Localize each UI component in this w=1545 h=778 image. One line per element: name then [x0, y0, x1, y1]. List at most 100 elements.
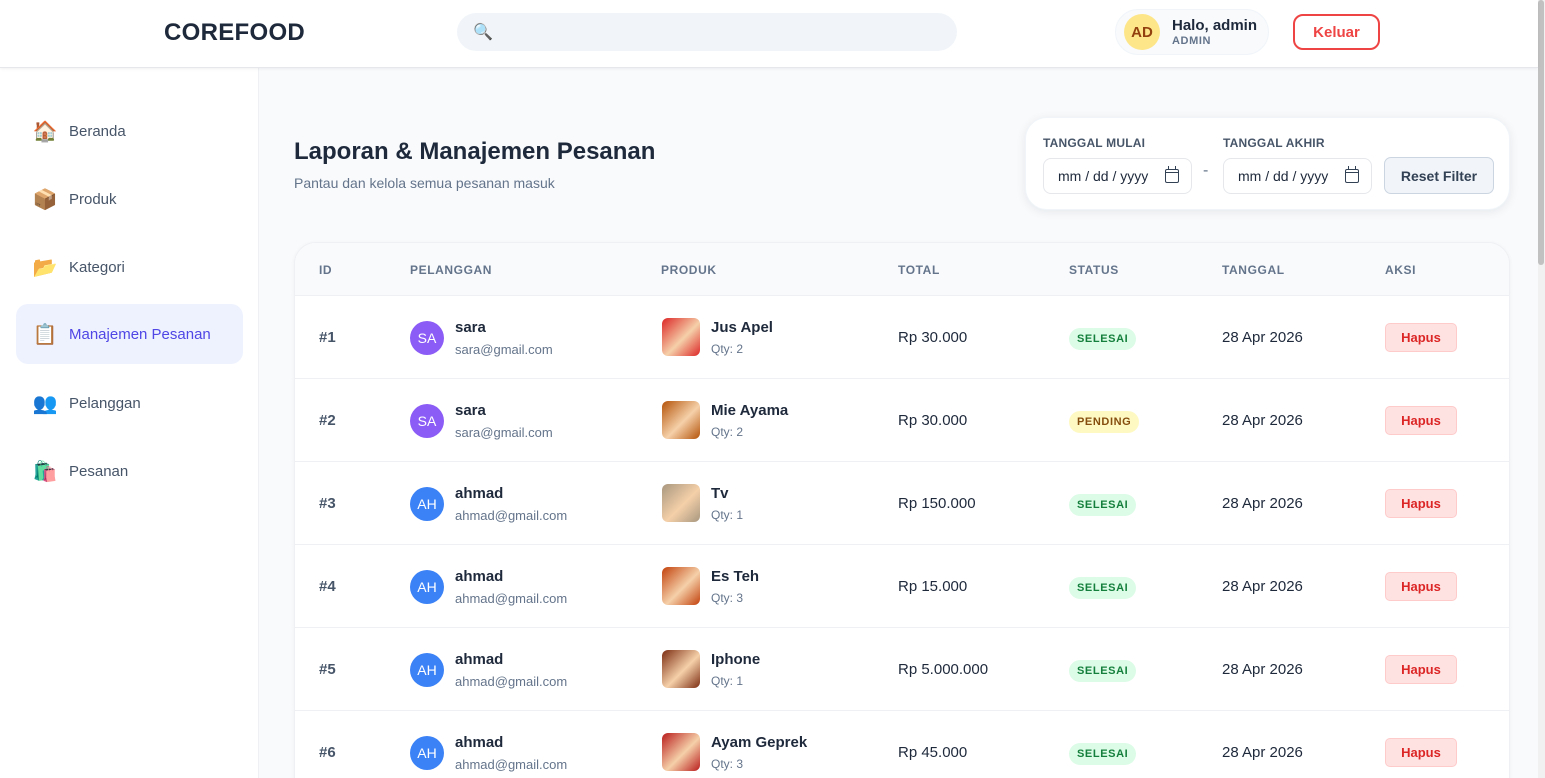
delete-button[interactable]: Hapus [1385, 655, 1457, 684]
customer-avatar: AH [410, 653, 444, 687]
product-thumbnail [662, 733, 700, 771]
user-role: ADMIN [1172, 34, 1212, 47]
logout-button[interactable]: Keluar [1293, 14, 1380, 50]
home-icon: 🏠 [32, 120, 58, 143]
sidebar-item-manajemen-pesanan[interactable]: 📋 Manajemen Pesanan [16, 304, 243, 364]
user-profile-chip[interactable]: AD Halo, admin ADMIN [1115, 9, 1269, 55]
status-badge: SELESAI [1069, 743, 1137, 765]
start-date-input[interactable]: mm / dd / yyyy [1043, 158, 1192, 194]
product-thumbnail [662, 567, 700, 605]
date-separator: - [1203, 162, 1209, 179]
page-title: Laporan & Manajemen Pesanan [294, 138, 656, 165]
customer-name: sara [455, 319, 486, 336]
status-badge: SELESAI [1069, 328, 1137, 350]
table-row: #1 SA sara sara@gmail.com Jus Apel Qty: 2 Rp 3… [295, 296, 1509, 379]
sidebar-item-beranda[interactable]: 🏠 Beranda [16, 101, 243, 161]
delete-button[interactable]: Hapus [1385, 572, 1457, 601]
sidebar: 🏠 Beranda 📦 Produk 📂 Kategori 📋 Manajeme… [0, 68, 259, 778]
sidebar-item-pelanggan[interactable]: 👥 Pelanggan [16, 373, 243, 433]
delete-button[interactable]: Hapus [1385, 738, 1457, 767]
reset-filter-button[interactable]: Reset Filter [1384, 157, 1494, 194]
customer-email: ahmad@gmail.com [455, 591, 568, 606]
date-filter-card: TANGGAL MULAI mm / dd / yyyy - TANGGAL A… [1025, 117, 1510, 210]
scrollbar-thumb[interactable] [1538, 0, 1544, 265]
user-greeting: Halo, admin [1172, 16, 1258, 34]
status-badge: PENDING [1069, 411, 1140, 433]
customer-name: sara [455, 402, 486, 419]
order-date: 28 Apr 2026 [1222, 495, 1303, 512]
customer-email: sara@gmail.com [455, 342, 553, 357]
start-date-value: mm / dd / yyyy [1058, 168, 1149, 184]
search-bar[interactable]: 🔍 [457, 13, 957, 51]
page-scrollbar[interactable] [1538, 0, 1545, 778]
folder-icon: 📂 [32, 256, 58, 279]
table-row: #6 AH ahmad ahmad@gmail.com Ayam Geprek Qty: … [295, 711, 1509, 778]
column-header-tanggal: TANGGAL [1222, 263, 1285, 277]
product-name: Iphone [711, 651, 761, 668]
status-badge: SELESAI [1069, 660, 1137, 682]
sidebar-item-produk[interactable]: 📦 Produk [16, 169, 243, 229]
shopping-bag-icon: 🛍️ [32, 460, 58, 483]
order-date: 28 Apr 2026 [1222, 578, 1303, 595]
status-badge: SELESAI [1069, 494, 1137, 516]
product-name: Tv [711, 485, 729, 502]
customer-name: ahmad [455, 734, 504, 751]
search-input[interactable] [502, 24, 923, 40]
order-total: Rp 5.000.000 [898, 661, 989, 678]
avatar: AD [1124, 14, 1160, 50]
search-icon: 🔍 [473, 24, 493, 41]
table-row: #3 AH ahmad ahmad@gmail.com Tv Qty: 1 Rp 150.0… [295, 462, 1509, 545]
customer-avatar: SA [410, 404, 444, 438]
order-id: #1 [319, 329, 336, 346]
delete-button[interactable]: Hapus [1385, 323, 1457, 352]
customer-avatar: AH [410, 736, 444, 770]
page-subtitle: Pantau dan kelola semua pesanan masuk [294, 175, 555, 191]
column-header-id: ID [319, 263, 333, 277]
customer-email: ahmad@gmail.com [455, 757, 568, 772]
customer-email: ahmad@gmail.com [455, 674, 568, 689]
order-total: Rp 45.000 [898, 744, 968, 761]
product-qty: Qty: 2 [711, 342, 744, 356]
order-date: 28 Apr 2026 [1222, 412, 1303, 429]
table-row: #5 AH ahmad ahmad@gmail.com Iphone Qty: 1 Rp 5… [295, 628, 1509, 711]
column-header-total: TOTAL [898, 263, 940, 277]
order-id: #2 [319, 412, 336, 429]
customer-name: ahmad [455, 568, 504, 585]
product-name: Es Teh [711, 568, 760, 585]
order-date: 28 Apr 2026 [1222, 661, 1303, 678]
sidebar-item-pesanan[interactable]: 🛍️ Pesanan [16, 441, 243, 501]
column-header-pelanggan: PELANGGAN [410, 263, 493, 277]
order-id: #6 [319, 744, 336, 761]
product-qty: Qty: 2 [711, 425, 744, 439]
brand-logo[interactable]: COREFOOD [164, 19, 305, 47]
package-icon: 📦 [32, 188, 58, 211]
column-header-aksi: AKSI [1385, 263, 1417, 277]
product-qty: Qty: 1 [711, 674, 744, 688]
product-name: Mie Ayama [711, 402, 789, 419]
sidebar-item-label: Pelanggan [69, 394, 141, 412]
calendar-icon[interactable] [1165, 166, 1179, 183]
delete-button[interactable]: Hapus [1385, 406, 1457, 435]
sidebar-item-kategori[interactable]: 📂 Kategori [16, 237, 243, 297]
customer-email: ahmad@gmail.com [455, 508, 568, 523]
end-date-input[interactable]: mm / dd / yyyy [1223, 158, 1372, 194]
order-total: Rp 30.000 [898, 329, 968, 346]
sidebar-item-label: Manajemen Pesanan [69, 325, 211, 343]
column-header-status: STATUS [1069, 263, 1119, 277]
order-date: 28 Apr 2026 [1222, 744, 1303, 761]
customer-avatar: AH [410, 487, 444, 521]
calendar-icon[interactable] [1345, 166, 1359, 183]
product-name: Jus Apel [711, 319, 773, 336]
table-row: #2 SA sara sara@gmail.com Mie Ayama Qty: 2 Rp … [295, 379, 1509, 462]
customer-email: sara@gmail.com [455, 425, 553, 440]
table-row: #4 AH ahmad ahmad@gmail.com Es Teh Qty: 3 Rp 1… [295, 545, 1509, 628]
order-date: 28 Apr 2026 [1222, 329, 1303, 346]
order-total: Rp 15.000 [898, 578, 968, 595]
end-date-label: TANGGAL AKHIR [1223, 136, 1325, 150]
customer-name: ahmad [455, 651, 504, 668]
delete-button[interactable]: Hapus [1385, 489, 1457, 518]
order-id: #5 [319, 661, 336, 678]
customer-avatar: SA [410, 321, 444, 355]
product-thumbnail [662, 318, 700, 356]
top-header: COREFOOD 🔍 AD Halo, admin ADMIN Keluar [0, 0, 1538, 68]
